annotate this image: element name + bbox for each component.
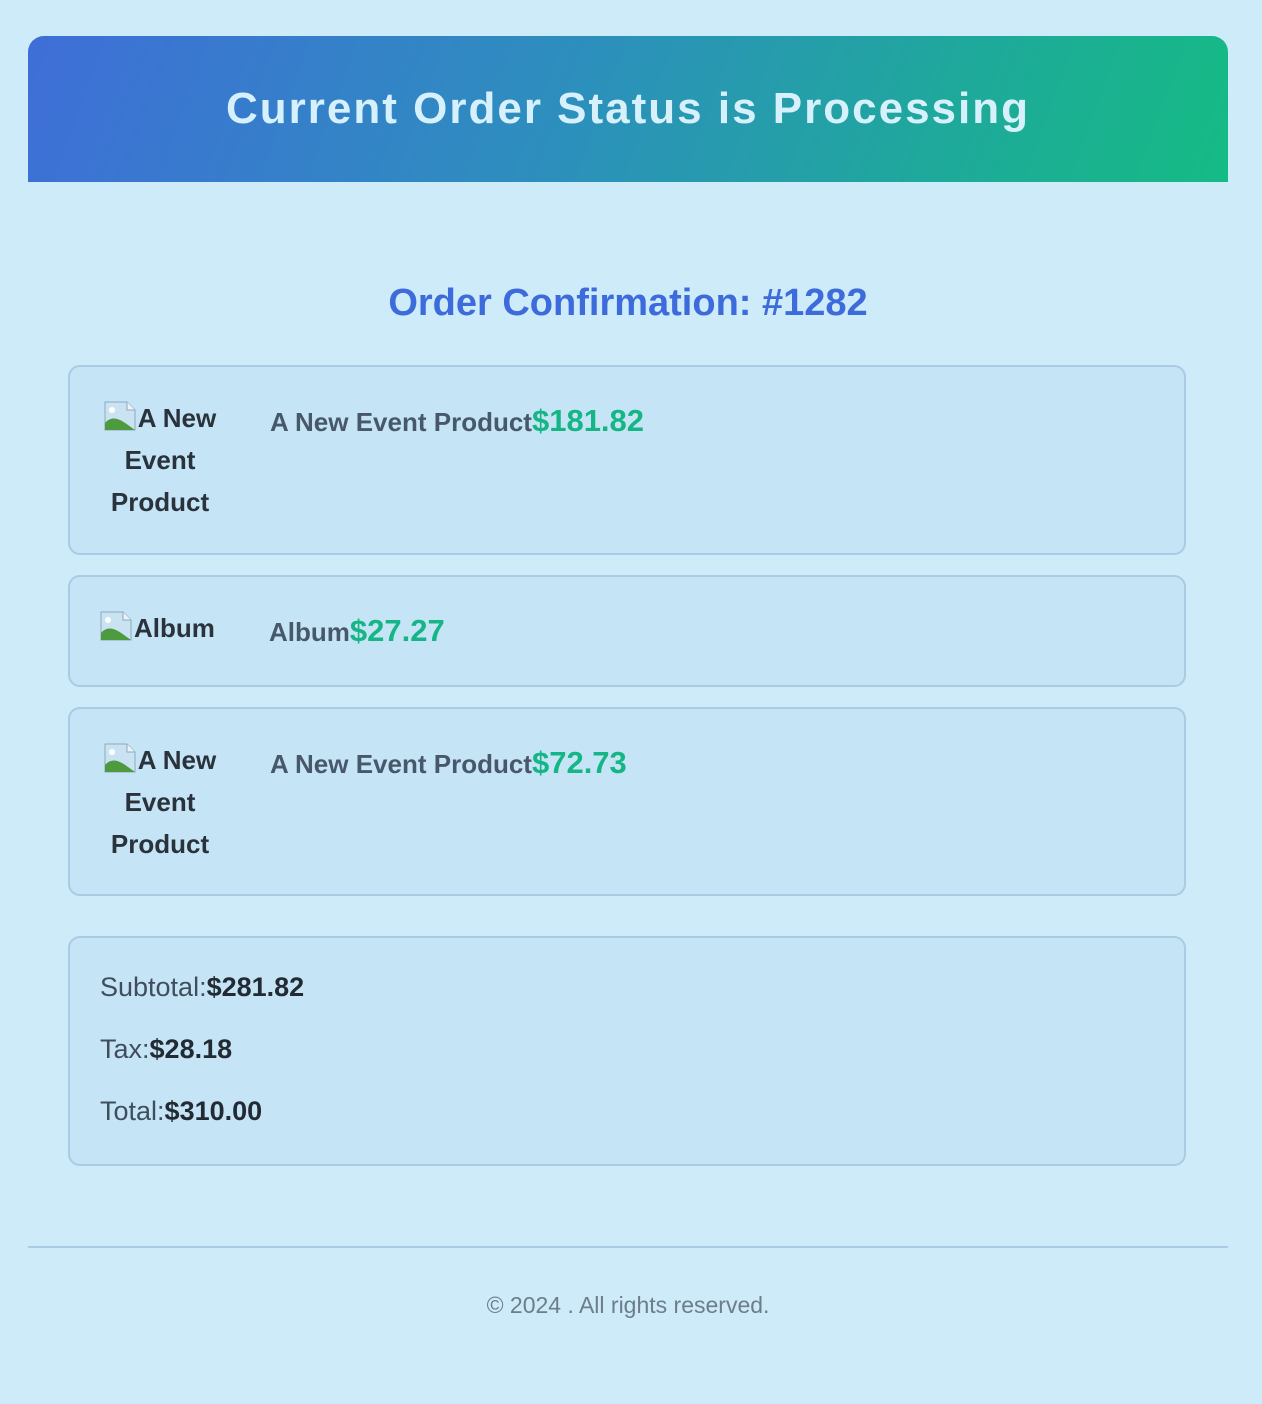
- total-label: Total:: [100, 1096, 165, 1126]
- item-price: $27.27: [349, 613, 445, 648]
- broken-image-icon: [100, 611, 132, 641]
- item-details: A New Event Product $181.82: [270, 403, 644, 439]
- subtotal-label: Subtotal:: [100, 972, 207, 1002]
- tax-label: Tax:: [100, 1034, 150, 1064]
- order-item-card: Album Album $27.27: [68, 575, 1186, 687]
- page-header: Current Order Status is Processing: [28, 36, 1228, 182]
- item-price: $181.82: [531, 403, 645, 438]
- subtotal-row: Subtotal:$281.82: [100, 972, 304, 1003]
- total-row: Total:$310.00: [100, 1096, 262, 1127]
- order-summary: Subtotal:$281.82 Tax:$28.18 Total:$310.0…: [68, 936, 1186, 1166]
- tax-row: Tax:$28.18: [100, 1034, 232, 1065]
- footer-copyright: © 2024 . All rights reserved.: [486, 1292, 770, 1318]
- product-image: A New Event Product: [100, 397, 220, 523]
- total-value: $310.00: [164, 1096, 263, 1126]
- item-details: A New Event Product $72.73: [270, 745, 627, 781]
- order-item-card: A New Event Product A New Event Product $…: [68, 707, 1186, 896]
- tax-value: $28.18: [149, 1034, 233, 1064]
- order-item-card: A New Event Product A New Event Product $…: [68, 365, 1186, 555]
- product-image: Album: [100, 607, 215, 649]
- item-name: A New Event Product: [270, 749, 532, 779]
- subtotal-value: $281.82: [206, 972, 305, 1002]
- footer-divider: [28, 1246, 1228, 1248]
- item-price: $72.73: [531, 745, 627, 780]
- order-confirmation-title: Order Confirmation: #1282: [388, 282, 868, 324]
- order-status-title: Current Order Status is Processing: [226, 84, 1030, 133]
- item-name: A New Event Product: [270, 407, 532, 437]
- item-name: Album: [269, 617, 350, 647]
- product-image: A New Event Product: [100, 739, 220, 865]
- item-details: Album $27.27: [269, 613, 445, 649]
- broken-image-icon: [104, 743, 136, 773]
- broken-image-icon: [104, 401, 136, 431]
- product-image-alt-text: Album: [134, 613, 215, 643]
